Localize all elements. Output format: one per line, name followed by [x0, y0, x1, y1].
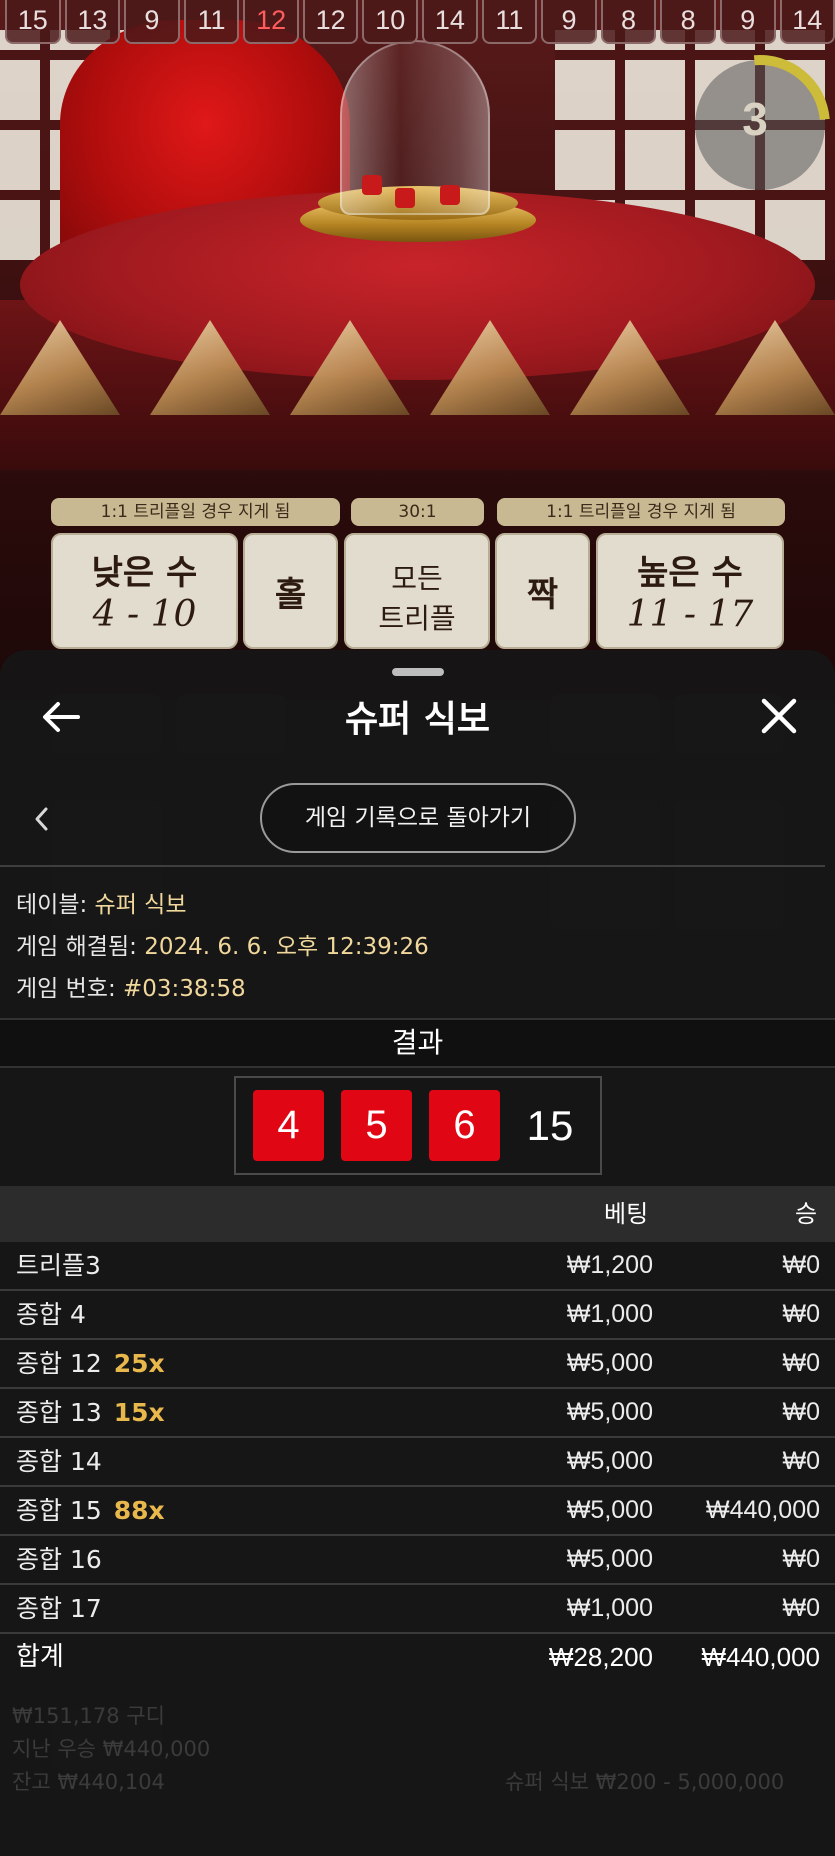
- row-bet-name: 종합 13 15x: [16, 1398, 165, 1427]
- result-sum: 15: [526, 1102, 574, 1149]
- balance-text: ₩151,178 구디: [12, 1704, 165, 1728]
- panel-title: 슈퍼 식보: [344, 699, 490, 740]
- history-cell: 8: [600, 0, 657, 44]
- row-bet-name: 종합 14: [16, 1447, 102, 1476]
- bet-high-button[interactable]: 높은 수 11 - 17: [596, 533, 784, 649]
- row-win-amount: ₩0: [782, 1594, 821, 1622]
- bet-high-range: 11 - 17: [626, 594, 754, 635]
- back-to-history-button[interactable]: 게임 기록으로 돌아가기: [260, 783, 576, 853]
- history-cell: 11: [481, 0, 538, 44]
- row-bet-amount: ₩1,000: [566, 1594, 653, 1622]
- history-cell: 12: [302, 0, 359, 44]
- bet-odd-button[interactable]: 홀: [243, 533, 338, 649]
- last-win-text: 지난 우승 ₩440,000: [12, 1737, 211, 1761]
- history-cell: 14: [779, 0, 835, 44]
- info-game-number: 게임 번호: #03:38:58: [16, 969, 246, 1003]
- info-resolved: 게임 해결됨: 2024. 6. 6. 오후 12:39:26: [16, 927, 429, 961]
- row-bet-name: 종합 16: [16, 1545, 102, 1574]
- table-row: 종합 14 ₩5,000 ₩0: [0, 1438, 835, 1487]
- history-cell: 9: [124, 0, 180, 44]
- payout-label-low: 1:1 트리플일 경우 지게 됨: [51, 498, 340, 526]
- cash-text: 잔고 ₩440,104: [12, 1770, 165, 1794]
- bet-any-triple-line1: 모든: [391, 562, 443, 595]
- row-win-amount: ₩0: [782, 1349, 821, 1377]
- table-row: 종합 16 ₩5,000 ₩0: [0, 1536, 835, 1585]
- bet-odd-label: 홀: [274, 575, 307, 615]
- bet-low-range: 4 - 10: [92, 594, 197, 635]
- bet-any-triple-line2: 트리플: [378, 602, 456, 635]
- bet-even-label: 짝: [526, 575, 559, 615]
- row-bet-name: 종합 4: [16, 1300, 86, 1329]
- history-cell: 12: [243, 0, 299, 44]
- total-row: 합계 ₩28,200 ₩440,000: [0, 1634, 835, 1683]
- row-bet-amount: ₩5,000: [566, 1398, 653, 1426]
- result-die: 5: [341, 1090, 412, 1161]
- divider: [0, 865, 825, 867]
- row-win-amount: ₩0: [782, 1251, 821, 1279]
- total-win-amount: ₩440,000: [701, 1642, 820, 1672]
- row-win-amount: ₩0: [782, 1398, 821, 1426]
- table-row: 종합 17 ₩1,000 ₩0: [0, 1585, 835, 1634]
- panel-drag-handle[interactable]: [392, 668, 444, 676]
- history-cell: 8: [660, 0, 716, 44]
- table-row: 종합 4 ₩1,000 ₩0: [0, 1291, 835, 1340]
- row-bet-amount: ₩1,000: [566, 1300, 653, 1328]
- countdown-value: 3: [742, 93, 768, 145]
- app-root: { "history": ["15","13","9","11","12","1…: [0, 0, 835, 1856]
- history-cell: 11: [183, 0, 240, 44]
- row-bet-name: 종합 15 88x: [16, 1496, 165, 1525]
- info-game-number-label: 게임 번호:: [16, 976, 116, 1002]
- column-bet-header: 베팅: [604, 1200, 649, 1228]
- bet-high-title: 높은 수: [637, 553, 743, 593]
- table-row: 종합 15 88x ₩5,000 ₩440,000: [0, 1487, 835, 1536]
- table-row: 트리플3 ₩1,200 ₩0: [0, 1242, 835, 1291]
- total-label: 합계: [16, 1642, 64, 1672]
- info-table-value: 슈퍼 식보: [94, 892, 187, 918]
- row-bet-amount: ₩5,000: [566, 1447, 653, 1475]
- row-win-amount: ₩0: [782, 1545, 821, 1573]
- payout-label-triple: 30:1: [351, 498, 484, 526]
- chevron-left-icon[interactable]: [30, 806, 54, 832]
- die-in-dome: [362, 175, 382, 195]
- info-resolved-label: 게임 해결됨:: [16, 934, 137, 960]
- row-bet-amount: ₩5,000: [566, 1349, 653, 1377]
- result-die: 4: [253, 1090, 324, 1161]
- die-in-dome: [440, 185, 460, 205]
- history-cell: 15: [5, 0, 61, 44]
- row-bet-amount: ₩1,200: [566, 1251, 653, 1279]
- history-cell: 10: [362, 0, 419, 44]
- info-table-label: 테이블:: [16, 892, 88, 918]
- die-in-dome: [395, 188, 415, 208]
- close-icon[interactable]: [756, 693, 802, 739]
- history-cell: 13: [64, 0, 121, 44]
- bet-low-title: 낮은 수: [91, 553, 198, 593]
- bet-any-triple-button[interactable]: 모든 트리플: [344, 533, 490, 649]
- row-bet-name: 종합 17: [16, 1594, 102, 1623]
- result-die: 6: [429, 1090, 500, 1161]
- history-cell: 14: [422, 0, 478, 44]
- info-table: 테이블: 슈퍼 식보: [16, 885, 187, 919]
- table-row: 종합 12 25x ₩5,000 ₩0: [0, 1340, 835, 1389]
- row-win-amount: ₩0: [782, 1447, 821, 1475]
- row-bet-amount: ₩5,000: [566, 1545, 653, 1573]
- history-cell: 9: [541, 0, 597, 44]
- row-bet-name: 종합 12 25x: [16, 1349, 165, 1378]
- table-limits-text: 슈퍼 식보 ₩200 - 5,000,000: [505, 1770, 785, 1794]
- row-bet-amount: ₩5,000: [566, 1496, 653, 1524]
- bet-even-button[interactable]: 짝: [495, 533, 590, 649]
- table-row: 종합 13 15x ₩5,000 ₩0: [0, 1389, 835, 1438]
- total-bet-amount: ₩28,200: [548, 1642, 653, 1672]
- row-bet-name: 트리플3: [16, 1251, 101, 1280]
- row-win-amount: ₩0: [782, 1300, 821, 1328]
- info-resolved-value: 2024. 6. 6. 오후 12:39:26: [144, 934, 429, 960]
- row-win-amount: ₩440,000: [706, 1496, 820, 1524]
- bet-low-button[interactable]: 낮은 수 4 - 10: [51, 533, 238, 649]
- history-cell: 9: [719, 0, 776, 44]
- result-history-strip: 15 13 9 11 12 12 10 14 11 9 8 8 9 14: [0, 0, 835, 46]
- bets-table-header: 베팅 승: [0, 1186, 835, 1242]
- result-header: 결과: [0, 1018, 835, 1068]
- info-game-number-value: #03:38:58: [123, 976, 246, 1002]
- payout-label-high: 1:1 트리플일 경우 지게 됨: [497, 498, 785, 526]
- column-win-header: 승: [795, 1200, 818, 1228]
